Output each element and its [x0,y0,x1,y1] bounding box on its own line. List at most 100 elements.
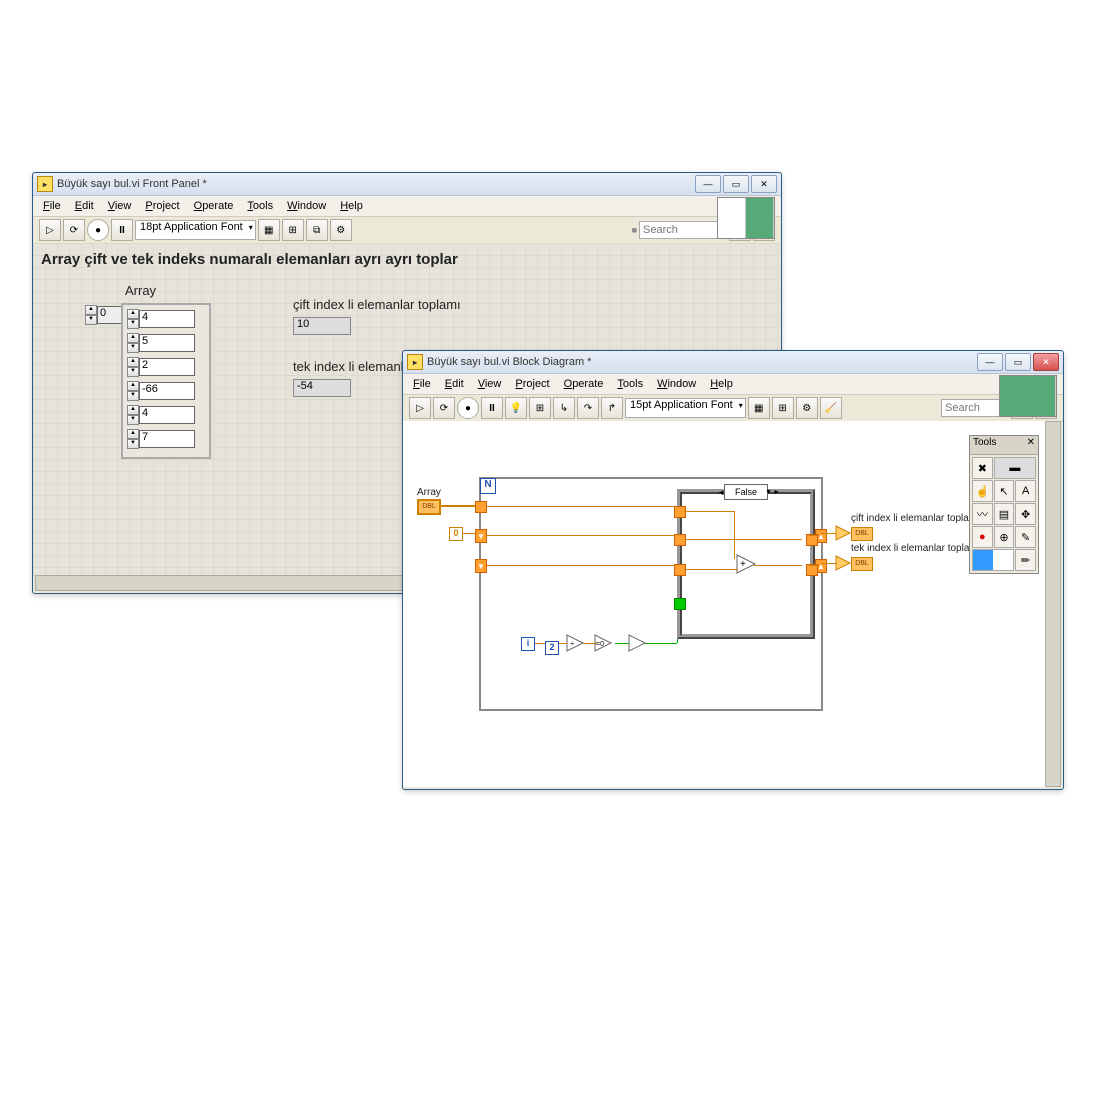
run-button[interactable]: ▷ [39,219,61,241]
step-into-button[interactable]: ↳ [553,397,575,419]
even-sum-terminal[interactable]: DBL [851,527,873,541]
menu-edit[interactable]: Edit [69,198,100,214]
case-selector[interactable]: False [724,484,768,500]
menu-file[interactable]: File [407,376,437,392]
wire [684,539,802,540]
align-button[interactable]: ▦ [258,219,280,241]
color-tool-icon-2[interactable]: ✏ [1015,549,1036,571]
close-icon[interactable]: ✕ [1027,437,1035,453]
case-tunnel[interactable] [674,564,686,576]
distribute-button[interactable]: ⊞ [282,219,304,241]
abort-button[interactable]: ● [87,219,109,241]
menu-project[interactable]: Project [509,376,555,392]
array-control[interactable]: ▲▼4 ▲▼5 ▲▼2 ▲▼-66 ▲▼4 ▲▼7 [121,303,211,459]
popup-tool-icon[interactable]: ▤ [994,503,1015,525]
iteration-terminal[interactable]: i [521,637,535,651]
search-input[interactable] [639,221,727,239]
reorder-button[interactable]: 🧹 [820,397,842,419]
resize-button[interactable]: ⧉ [306,219,328,241]
vi-icon-connector[interactable] [999,375,1057,417]
for-loop[interactable]: N ▼ ▼ ▲ ▲ i 2 ÷ =0 [479,477,823,711]
highlight-button[interactable]: 💡 [505,397,527,419]
pause-button[interactable]: II [481,397,503,419]
distribute-button[interactable]: ⊞ [772,397,794,419]
menu-edit[interactable]: Edit [439,376,470,392]
case-selector-tunnel[interactable] [674,598,686,610]
shift-register-left-1[interactable]: ▼ [475,529,487,543]
titlebar[interactable]: ▸ Büyük sayı bul.vi Block Diagram * — ▭ … [403,351,1063,374]
wire [809,565,819,566]
case-tunnel[interactable] [674,534,686,546]
maximize-button[interactable]: ▭ [723,175,749,193]
menu-operate[interactable]: Operate [558,376,610,392]
pause-button[interactable]: II [111,219,133,241]
maximize-button[interactable]: ▭ [1005,353,1031,371]
odd-sum-terminal[interactable]: DBL [851,557,873,571]
shift-register-left-2[interactable]: ▼ [475,559,487,573]
equal-zero-node[interactable]: =0 [597,635,613,651]
color-tool-icon[interactable] [972,549,1014,571]
menu-project[interactable]: Project [139,198,185,214]
menu-file[interactable]: File [37,198,67,214]
step-over-button[interactable]: ↷ [577,397,599,419]
array-cell-4[interactable]: 4 [139,406,195,424]
menu-tools[interactable]: Tools [611,376,649,392]
run-cont-button[interactable]: ⟳ [433,397,455,419]
array-cell-2[interactable]: 2 [139,358,195,376]
breakpoint-tool-icon[interactable]: ● [972,526,993,548]
array-terminal[interactable]: DBL [417,499,441,515]
tools-palette[interactable]: Tools✕ ✖ ▬ ☝ ↖ A 〰 ▤ ✥ ● ⊕ ✎ ✏ [969,435,1039,574]
menu-tools[interactable]: Tools [241,198,279,214]
autoindex-tunnel[interactable] [475,501,487,513]
loop-n-terminal[interactable]: N [480,478,496,494]
reorder-button[interactable]: ⚙ [330,219,352,241]
quotient-remainder-node[interactable]: ÷ [567,635,583,651]
menu-help[interactable]: Help [704,376,739,392]
cleanup-button[interactable]: ⚙ [796,397,818,419]
retain-button[interactable]: ⊞ [529,397,551,419]
down-icon[interactable]: ▼ [85,315,97,325]
scroll-tool-icon[interactable]: ✥ [1015,503,1036,525]
menu-window[interactable]: Window [651,376,702,392]
close-button[interactable]: ✕ [1033,353,1059,371]
vi-icon-connector[interactable] [717,197,775,239]
titlebar[interactable]: ▸ Büyük sayı bul.vi Front Panel * — ▭ ✕ [33,173,781,196]
wire-tool-icon[interactable]: 〰 [972,503,993,525]
menu-view[interactable]: View [472,376,508,392]
font-selector[interactable]: 18pt Application Font [135,220,256,240]
menu-view[interactable]: View [102,198,138,214]
array-cell-5[interactable]: 7 [139,430,195,448]
up-icon[interactable]: ▲ [85,305,97,315]
minimize-button[interactable]: — [977,353,1003,371]
step-out-button[interactable]: ↱ [601,397,623,419]
finger-tool-icon[interactable]: ☝ [972,480,993,502]
array-cell-1[interactable]: 5 [139,334,195,352]
align-button[interactable]: ▦ [748,397,770,419]
close-button[interactable]: ✕ [751,175,777,193]
array-cell-0[interactable]: 4 [139,310,195,328]
font-selector[interactable]: 15pt Application Font [625,398,746,418]
run-button[interactable]: ▷ [409,397,431,419]
position-tool-icon[interactable]: ↖ [994,480,1015,502]
two-constant[interactable]: 2 [545,641,559,655]
text-tool-icon[interactable]: A [1015,480,1036,502]
case-tunnel[interactable] [674,506,686,518]
zero-constant[interactable]: 0 [449,527,463,541]
select-node[interactable] [629,635,645,651]
probe-tool-icon[interactable]: ⊕ [994,526,1015,548]
minimize-button[interactable]: — [695,175,721,193]
add-node[interactable]: + [738,556,754,572]
case-structure[interactable]: False + [677,489,815,639]
vertical-scrollbar[interactable] [1045,421,1061,787]
run-cont-button[interactable]: ⟳ [63,219,85,241]
array-terminal-label: Array [417,487,441,498]
abort-button[interactable]: ● [457,397,479,419]
auto-tool-icon[interactable]: ✖ [972,457,993,479]
array-cell-3[interactable]: -66 [139,382,195,400]
operate-tool-icon[interactable]: ▬ [994,457,1036,479]
menu-help[interactable]: Help [334,198,369,214]
menu-window[interactable]: Window [281,198,332,214]
menu-operate[interactable]: Operate [188,198,240,214]
color-copy-tool-icon[interactable]: ✎ [1015,526,1036,548]
block-diagram-canvas[interactable]: Array DBL 0 N ▼ ▼ ▲ ▲ i 2 ÷ =0 [403,421,1045,787]
